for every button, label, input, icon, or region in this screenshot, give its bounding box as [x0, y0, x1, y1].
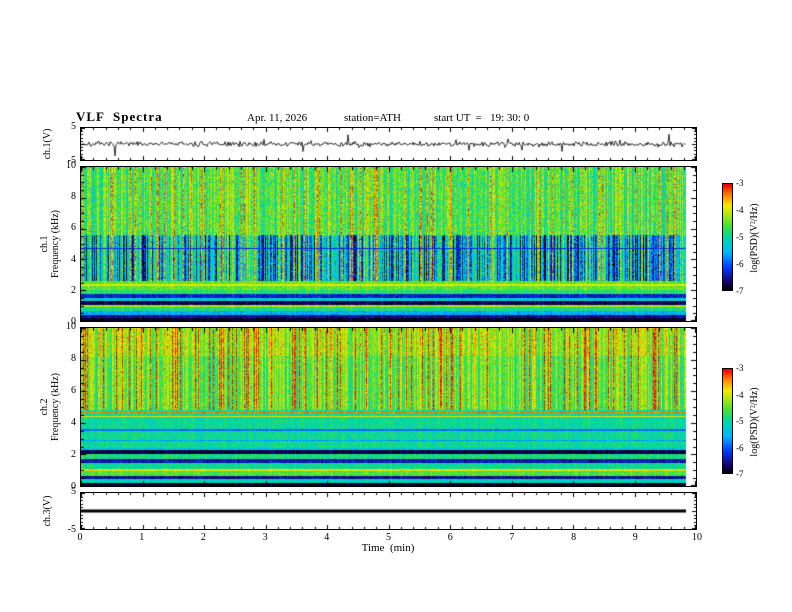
colorbar-ch2-tick-label: -3	[736, 363, 744, 373]
panel-ch2-spectrogram	[80, 327, 697, 487]
ch2-spec-y-tick-label: 8	[71, 353, 76, 364]
panel-ch1-spectrogram	[80, 166, 697, 322]
colorbar-ch2-tick-label: -6	[736, 442, 744, 453]
x-tick-label: 5	[386, 532, 391, 543]
ch3-voltage-axis-label: ch.3(V)	[41, 495, 53, 527]
x-tick-label: 4	[324, 532, 330, 543]
ch2-spec-y-tick-label: 6	[71, 385, 76, 396]
ch3-waveform-canvas	[81, 493, 696, 529]
x-tick-label: 2	[200, 532, 206, 543]
colorbar-ch2-canvas	[723, 369, 732, 473]
ch1-waveform-canvas	[81, 128, 696, 160]
x-tick-label: 1	[139, 532, 145, 543]
x-tick-label: 6	[447, 532, 453, 543]
colorbar-ch2-tick-label: -5	[736, 416, 744, 426]
x-tick-label: 3	[262, 532, 268, 543]
colorbar-ch1-tick-label: -5	[736, 232, 744, 242]
x-tick-label: 9	[632, 532, 638, 543]
time-axis-label: Time (min)	[361, 542, 415, 554]
panel-ch1-voltage	[80, 127, 697, 161]
x-tick-label: 10	[692, 532, 702, 543]
ch1-wave-y-tick-label: 5	[71, 121, 76, 132]
colorbar-ch1	[722, 183, 733, 291]
psd-colorbar-label-ch2: log(PSD)(V²/Hz)	[748, 387, 760, 457]
ch1-spec-y-tick-label: 8	[71, 191, 76, 203]
ch2-spec-y-tick-label: 10	[66, 321, 76, 332]
x-tick-label: 8	[571, 532, 577, 543]
x-tick-label: 7	[509, 532, 515, 543]
figure-start-ut: start UT = 19: 30: 0	[434, 112, 530, 124]
colorbar-ch1-tick-label: -6	[736, 259, 744, 269]
ch1-spec-y-tick-label: 2	[71, 284, 76, 296]
x-tick-label: 0	[77, 532, 83, 543]
vlf-spectra-figure: VLF Spectra Apr. 11, 2026 station=ATH st…	[0, 0, 792, 612]
ch2-spec-y-tick-label: 2	[71, 449, 76, 460]
ch2-spectrogram-canvas	[81, 328, 696, 486]
colorbar-ch1-tick-label: -4	[736, 205, 744, 215]
psd-colorbar-label-ch1: log(PSD)(V²/Hz)	[748, 203, 760, 273]
colorbar-ch1-canvas	[723, 184, 732, 290]
figure-station: station=ATH	[344, 112, 401, 124]
colorbar-ch2-tick-label: -7	[736, 469, 744, 479]
ch3-wave-y-tick-label: 5	[71, 486, 76, 497]
ch1-spec-y-tick-label: 4	[71, 253, 76, 265]
ch1-wave-y-tick-label: -5	[67, 155, 76, 166]
ch3-wave-y-tick-label: -5	[67, 524, 76, 535]
colorbar-ch2	[722, 368, 733, 474]
colorbar-ch1-tick-label: -3	[736, 178, 744, 188]
ch1-spec-y-tick-label: 6	[71, 222, 76, 234]
figure-date: Apr. 11, 2026	[247, 112, 308, 124]
ch2-spec-y-tick-label: 4	[71, 417, 76, 428]
colorbar-ch1-tick-label: -7	[736, 286, 744, 296]
colorbar-ch2-tick-label: -4	[736, 389, 744, 400]
figure-title: VLF Spectra	[76, 109, 163, 124]
ch1-spectrogram-canvas	[81, 167, 696, 321]
panel-ch3-voltage	[80, 492, 697, 530]
